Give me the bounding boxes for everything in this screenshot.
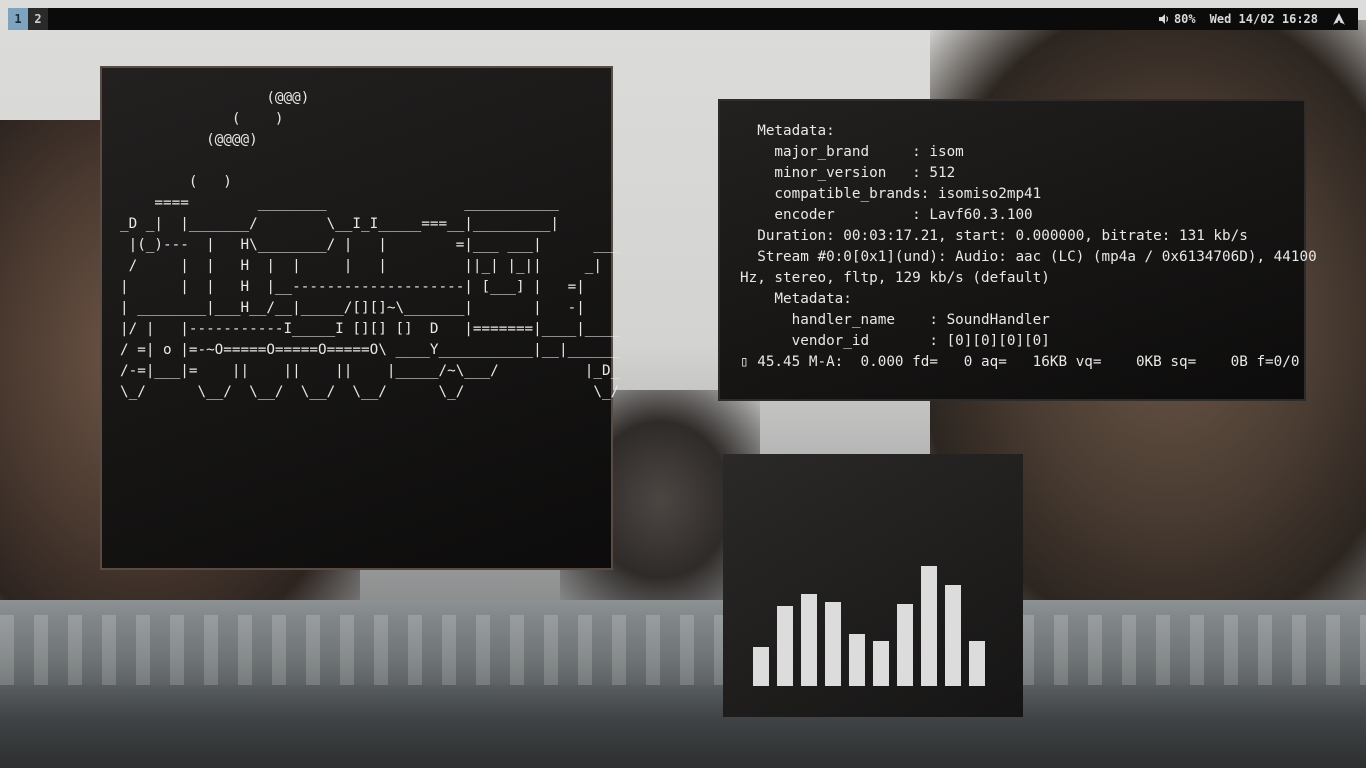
metadata-line: Metadata: [774,291,852,307]
ascii-line: / =| o |=-~O=====O=====O=====O\ ____Y___… [120,342,620,358]
visualizer-bar [801,594,817,686]
workspace-2-button[interactable]: 2 [28,8,48,30]
ffplay-metadata-output: Metadata: major_brand : isom minor_versi… [740,121,1317,373]
ascii-line: ( ) [231,111,284,127]
ascii-line: \_/ \__/ \__/ \__/ \__/ \_/ \_/ [120,384,620,400]
metadata-line: 45.45 M-A: 0.000 fd= 0 aq= 16KB vq= 0KB … [748,354,1300,370]
metadata-line: Stream #0:0[0x1](und): Audio: aac (LC) (… [757,249,1317,265]
volume-icon [1158,14,1169,24]
arch-logo-icon[interactable] [1332,12,1346,26]
metadata-line: major_brand : isom [774,144,964,160]
ascii-line: / | | H | | | | ||_| |_|| _| [128,258,603,274]
cursor-block: ▯ [740,354,749,370]
metadata-line: Duration: 00:03:17.21, start: 0.000000, … [757,228,1248,244]
workspace-1-button[interactable]: 1 [8,8,28,30]
metadata-line: compatible_brands: isomiso2mp41 [774,186,1042,202]
wallpaper-foam [0,615,1366,685]
terminal-window-ffplay[interactable]: Metadata: major_brand : isom minor_versi… [718,99,1317,401]
visualizer-bar [873,641,889,686]
datetime: Wed 14/02 16:28 [1209,12,1318,26]
audio-visualizer-window[interactable] [723,454,1023,717]
ascii-line: |(_)--- | H\________/ | | =|___ ___| ___ [128,237,620,253]
ascii-line: /-=|___|= || || || |_____/~\___/ |_D_ [120,363,620,379]
metadata-line: encoder : Lavf60.3.100 [774,207,1033,223]
visualizer-bar [849,634,865,686]
visualizer-bar [897,604,913,686]
ascii-line: ( ) [188,174,232,190]
ascii-line: | ________|___H__/__|_____/[][]~\_______… [120,300,585,316]
ascii-line: | | | H |__--------------------| [___] |… [120,279,585,295]
ascii-line: ==== ________ ___________ [154,195,559,211]
volume-level: 80% [1173,12,1196,26]
metadata-line: vendor_id : [0][0][0][0] [791,333,1050,349]
metadata-line: handler_name : SoundHandler [791,312,1050,328]
metadata-line: minor_version : 512 [774,165,956,181]
metadata-line: Hz, stereo, fltp, 129 kb/s (default) [740,270,1050,286]
ascii-line: _D _| |_______/ \__I_I_____===__|_______… [120,216,559,232]
ascii-train-art: (@@@) ( ) (@@@@) ( ) ==== ________ _____… [120,88,619,403]
visualizer-bar [945,585,961,686]
visualizer-bar [753,647,769,686]
visualizer-bar [921,566,937,686]
volume-widget[interactable]: 80% [1158,8,1196,30]
ascii-line: (@@@@) [206,132,258,148]
metadata-line: Metadata: [757,123,835,139]
status-area: 80% Wed 14/02 16:28 [1158,8,1346,30]
terminal-window-sl[interactable]: (@@@) ( ) (@@@@) ( ) ==== ________ _____… [100,66,619,570]
ascii-line: (@@@) [266,90,310,106]
visualizer-bar [825,602,841,686]
visualizer-bar [777,606,793,686]
ascii-line: |/ | |-----------I_____I [][] [] D |====… [120,321,620,337]
top-status-bar: 1 2 80% Wed 14/02 16:28 [8,8,1358,30]
visualizer-bar [969,641,985,686]
